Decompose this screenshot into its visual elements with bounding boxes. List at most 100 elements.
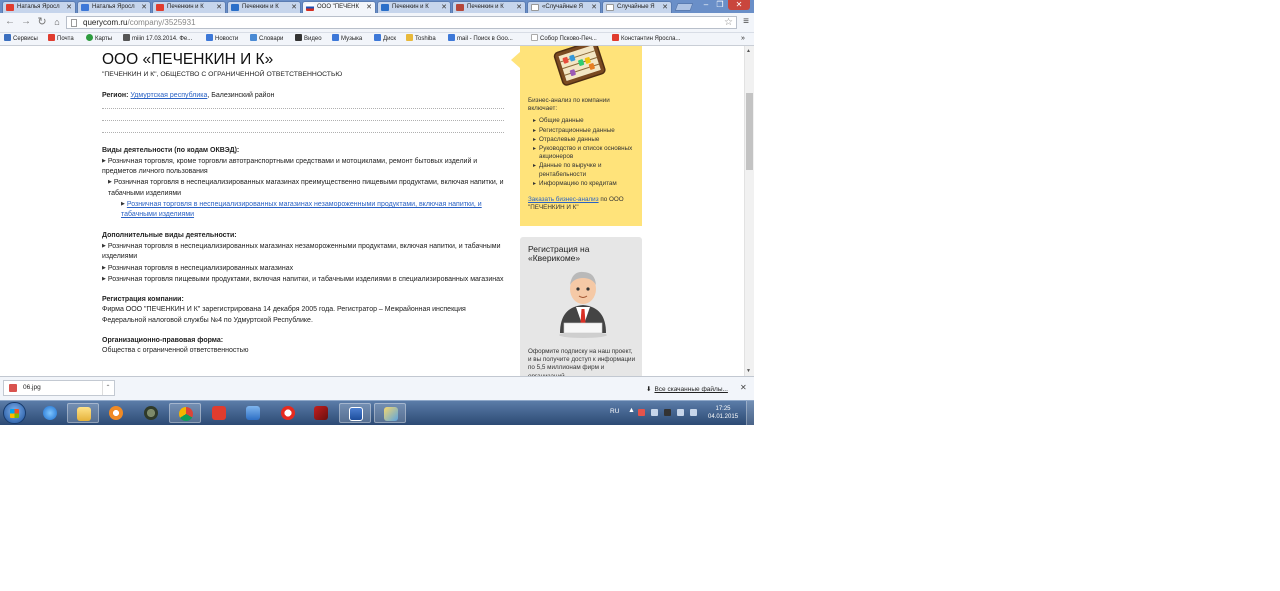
scrollbar-thumb[interactable]	[746, 93, 753, 170]
show-all-downloads[interactable]: ⬇ Все скачанные файлы...	[646, 385, 728, 393]
extra-item-text: Розничная торговля в неспециализированны…	[107, 264, 294, 272]
paint-taskbar-button[interactable]	[374, 403, 406, 423]
antivirus-tray-icon[interactable]	[638, 409, 645, 416]
tab-label: Печенкин и К	[392, 4, 429, 10]
scroll-down-icon[interactable]: ▼	[746, 368, 751, 374]
globe-icon	[206, 34, 213, 41]
analysis-intro: Бизнес-анализ по компании включает:	[528, 97, 610, 113]
tab[interactable]: Печенкин и К ✕	[227, 1, 301, 13]
tab[interactable]: «Случайные Я ✕	[527, 1, 601, 13]
minimize-icon[interactable]: –	[700, 0, 712, 10]
bookmark-item[interactable]: miiin 17.03.2014. Фе...	[123, 33, 192, 45]
app-taskbar-button[interactable]	[135, 403, 167, 423]
url-path: /company/3525931	[127, 18, 196, 27]
okved-item-link[interactable]: Розничная торговля в неспециализированны…	[121, 201, 482, 218]
clock-date: 04.01.2015	[708, 414, 739, 420]
reload-icon[interactable]: ↻	[36, 16, 48, 28]
bookmark-item[interactable]: mail - Поиск в Goo...	[448, 33, 513, 45]
chrome-taskbar-button[interactable]	[169, 403, 201, 423]
more-bookmarks-icon[interactable]: »	[741, 33, 745, 45]
tab-active[interactable]: ООО "ПЕЧЕНК ✕	[302, 1, 376, 13]
close-icon[interactable]: ✕	[591, 2, 597, 13]
screen: Наталья Яросл ✕ Наталья Яросл ✕ Печенкин и…	[0, 0, 754, 425]
close-icon[interactable]: ✕	[366, 2, 372, 13]
tab[interactable]: Печенкин и К ✕	[377, 1, 451, 13]
tab[interactable]: Наталья Яросл ✕	[77, 1, 151, 13]
bookmark-item[interactable]: Карты	[86, 33, 112, 45]
bookmark-item[interactable]: Toshiba	[406, 33, 436, 45]
tab[interactable]: Печенкин и К ✕	[152, 1, 226, 13]
bookmark-item[interactable]: Собор Псково-Печ...	[531, 33, 597, 45]
network-icon[interactable]	[677, 409, 684, 416]
word-taskbar-button[interactable]	[339, 403, 371, 423]
tab[interactable]: Наталья Яросл ✕	[2, 1, 76, 13]
windows-logo-icon	[10, 409, 19, 418]
mail-taskbar-button[interactable]	[237, 403, 269, 423]
clock[interactable]: 17:25 04.01.2015	[708, 405, 738, 421]
tab-label: Печенкин и К	[167, 4, 204, 10]
home-icon[interactable]: ⌂	[51, 16, 63, 28]
bookmark-item[interactable]: Словари	[250, 33, 283, 45]
bookmark-item[interactable]: Почта	[48, 33, 74, 45]
bookmark-label: mail - Поиск в Goo...	[457, 36, 513, 42]
bookmark-item[interactable]: Сервисы	[4, 33, 38, 45]
vertical-scrollbar[interactable]: ▲ ▼	[744, 46, 754, 376]
bookmark-item[interactable]: Видео	[295, 33, 322, 45]
language-indicator[interactable]: RU	[610, 408, 619, 415]
bookmark-label: Сервисы	[13, 36, 38, 42]
tab-label: Печенкин и К	[242, 4, 279, 10]
yandex-browser-taskbar-button[interactable]	[272, 403, 304, 423]
registration-text: Фирма ООО "ПЕЧЕНКИН И К" зарегистрирован…	[102, 306, 466, 324]
forward-arrow-icon[interactable]: →	[20, 16, 32, 28]
tab[interactable]: Случайные Я ✕	[602, 1, 672, 13]
bookmark-item[interactable]: Музыка	[332, 33, 362, 45]
close-icon[interactable]: ✕	[291, 2, 297, 13]
scroll-up-icon[interactable]: ▲	[746, 48, 751, 54]
explorer-taskbar-button[interactable]	[67, 403, 99, 423]
manager-illustration	[559, 271, 607, 338]
close-icon[interactable]: ✕	[516, 2, 522, 13]
close-icon[interactable]: ✕	[441, 2, 447, 13]
kaspersky-taskbar-button[interactable]	[305, 403, 337, 423]
menu-icon[interactable]: ≡	[740, 16, 752, 28]
bookmark-item[interactable]: Диск	[374, 33, 396, 45]
registration-panel: Регистрация на «Кверикоме» Оформите подп…	[520, 237, 642, 376]
bookmark-star-icon[interactable]: ☆	[724, 17, 733, 28]
speaker-icon[interactable]	[651, 409, 658, 416]
yandex-taskbar-button[interactable]	[203, 403, 235, 423]
close-icon[interactable]: ✕	[662, 2, 668, 13]
paint-icon	[384, 407, 398, 421]
bookmark-item[interactable]: Константин Яросла...	[612, 33, 680, 45]
chevron-up-icon[interactable]: ⌃	[102, 381, 113, 395]
tab-label: «Случайные Я	[542, 4, 583, 10]
media-player-taskbar-button[interactable]	[100, 403, 132, 423]
monitor-tray-icon[interactable]	[664, 409, 671, 416]
address-bar[interactable]: querycom.ru/company/3525931 ☆	[66, 16, 737, 29]
new-tab-button[interactable]	[674, 3, 694, 11]
okved-heading: Виды деятельности (по кодам ОКВЭД):	[102, 146, 240, 154]
order-analysis-link[interactable]: Заказать бизнес-анализ	[528, 196, 599, 203]
back-arrow-icon[interactable]: ←	[4, 16, 16, 28]
ie-taskbar-button[interactable]	[34, 403, 66, 423]
close-window-icon[interactable]: ✕	[728, 0, 750, 10]
close-icon[interactable]: ✕	[740, 383, 747, 392]
restore-icon[interactable]: ❐	[714, 0, 726, 10]
extra-item: ▶ Розничная торговля пищевыми продуктами,…	[102, 274, 504, 285]
triangle-right-icon: ▶	[108, 179, 112, 186]
flag-tray-icon[interactable]	[690, 409, 697, 416]
start-button[interactable]	[3, 402, 26, 424]
yandex-icon	[48, 34, 55, 41]
okved-item[interactable]: ▶ Розничная торговля в неспециализированн…	[102, 199, 504, 221]
search-icon	[381, 4, 389, 11]
tab[interactable]: Печенкин и К ✕	[452, 1, 526, 13]
download-item[interactable]: 06.jpg ⌃	[3, 380, 115, 396]
chevron-up-icon[interactable]: ▲	[628, 407, 635, 414]
bookmark-item[interactable]: Новости	[206, 33, 238, 45]
show-all-downloads-link[interactable]: Все скачанные файлы...	[654, 386, 727, 393]
list-item: Отраслевые данные	[528, 136, 636, 144]
close-icon[interactable]: ✕	[141, 2, 147, 13]
region-link[interactable]: Удмуртская республика	[130, 92, 207, 99]
close-icon[interactable]: ✕	[66, 2, 72, 13]
show-desktop-button[interactable]	[746, 401, 754, 425]
close-icon[interactable]: ✕	[216, 2, 222, 13]
